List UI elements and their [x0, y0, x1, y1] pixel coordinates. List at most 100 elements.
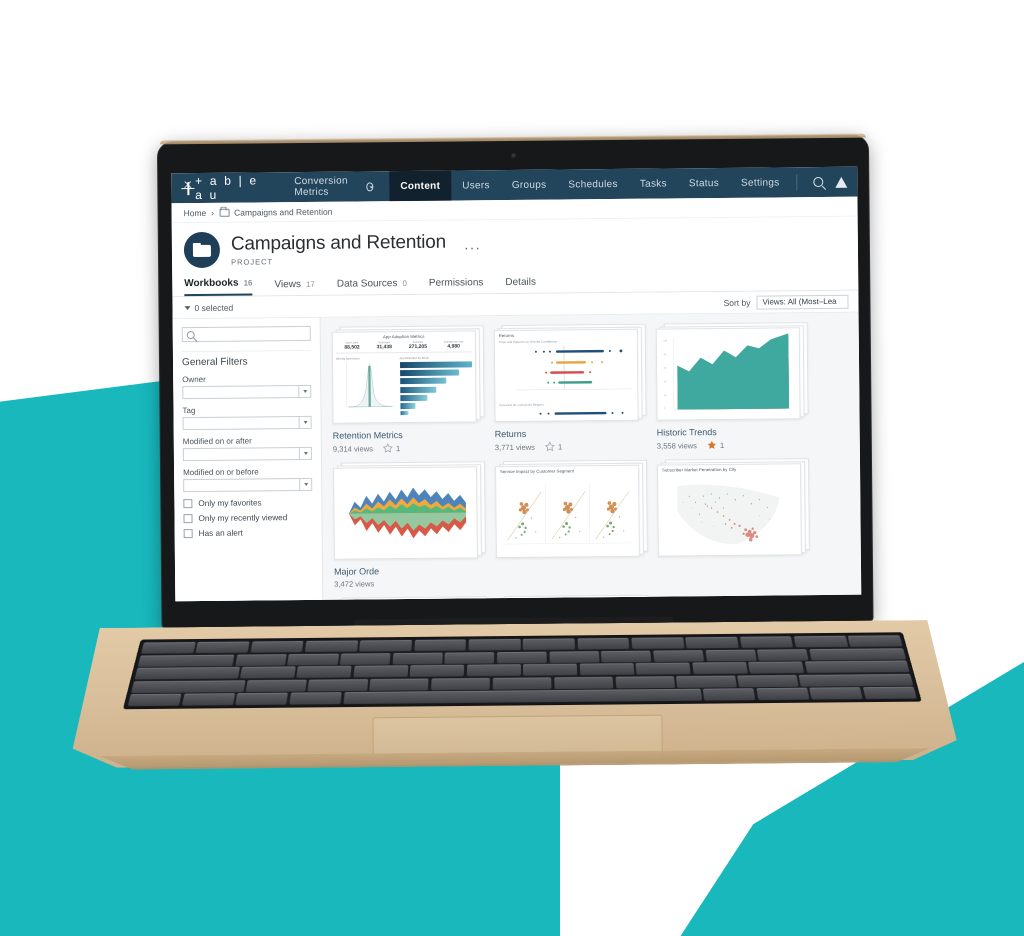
nav-item-users[interactable]: Users [451, 170, 501, 200]
star-outline-icon[interactable] [382, 443, 393, 453]
tab-details[interactable]: Details [505, 273, 536, 293]
view-count: 9,314 views [332, 443, 374, 454]
webcam-icon [511, 152, 517, 158]
sidebar-search-input[interactable] [181, 325, 311, 343]
search-icon [186, 330, 195, 339]
breadcrumb-separator: › [211, 207, 215, 218]
tab-views[interactable]: Views 17 [274, 275, 315, 295]
nav-icon-group [803, 167, 857, 198]
nav-item-schedules[interactable]: Schedules [557, 169, 629, 200]
svg-text:8M: 8M [664, 354, 667, 356]
tag-select[interactable] [182, 415, 312, 431]
workbook-card[interactable]: Service Impact by Customer Segment [495, 459, 648, 587]
circle-chevron-down-icon [366, 181, 374, 191]
bar-series [399, 359, 473, 416]
workbook-thumbnail[interactable]: Web Perfor Pageview Trend [334, 596, 488, 602]
workbook-card[interactable]: 10M8M6M 4M2M0 Historic Trends 3,558 [655, 322, 809, 450]
nav-label: Content [400, 180, 441, 192]
view-count: 3,472 views [334, 579, 375, 589]
thumb-kpis: New Users 88,502 Total Apps 31,438 Session… [333, 338, 475, 351]
sort-select[interactable]: Views: All (Most–Lea [756, 294, 849, 310]
workbook-thumbnail[interactable]: Service Impact by Customer Segment [495, 459, 648, 559]
workbook-meta: 3,771 views 1 [495, 441, 647, 452]
checkbox-only-my-recently-viewed[interactable]: Only my recently viewed [183, 513, 312, 524]
tab-label: Data Sources [336, 278, 398, 290]
filter-modified-after: Modified on or after [182, 436, 312, 462]
workbook-card[interactable]: Major Orde 3,472 views [333, 461, 486, 589]
tab-count: 0 [402, 279, 407, 289]
checkbox-only-my-favorites[interactable]: Only my favorites [183, 498, 312, 509]
workbook-thumbnail[interactable]: Returns Price and Returns on Overall Con… [493, 323, 647, 423]
kpi-value: 88,502 [344, 344, 360, 351]
workbook-card[interactable]: Subscriber Market Penetration by City [657, 458, 810, 585]
tab-workbooks[interactable]: Workbooks 16 [184, 273, 253, 297]
workbook-name[interactable]: Major Orde [334, 565, 486, 576]
chevron-down-icon[interactable] [298, 385, 311, 398]
chevron-down-icon[interactable] [298, 447, 311, 460]
stacked-area-chart: 10M 8M 6M 4M 2M 0 [663, 333, 791, 410]
breadcrumb-home[interactable]: Home [184, 207, 207, 217]
checkbox-box[interactable] [183, 529, 193, 539]
folder-icon [219, 208, 230, 217]
svg-text:0: 0 [664, 408, 665, 410]
workbook-thumbnail[interactable]: 10M 8M 6M 4M 2M 0 [655, 322, 809, 421]
checkbox-box[interactable] [183, 514, 193, 524]
modified-after-select[interactable] [182, 446, 312, 462]
tab-count: 16 [243, 278, 253, 288]
workbook-thumbnail[interactable] [333, 461, 486, 560]
workbook-card[interactable]: Returns Price and Returns on Overall Con… [493, 323, 647, 452]
workbook-name[interactable]: Historic Trends [657, 426, 809, 438]
content-body: General Filters Owner Tag Modified on or… [172, 312, 862, 602]
owner-value [183, 386, 298, 398]
checkbox-box[interactable] [183, 499, 193, 509]
view-count: 3,771 views [494, 442, 535, 452]
workbook-name[interactable]: Retention Metrics [333, 429, 485, 441]
keyboard[interactable] [123, 632, 922, 709]
checkbox-has-an-alert[interactable]: Has an alert [183, 528, 313, 539]
nav-item-groups[interactable]: Groups [501, 170, 558, 201]
site-picker[interactable]: Conversion Metrics [278, 171, 389, 202]
nav-item-tasks[interactable]: Tasks [629, 168, 678, 198]
nav-item-settings[interactable]: Settings [730, 167, 791, 198]
tab-label: Workbooks [184, 277, 239, 290]
more-actions-button[interactable]: ··· [464, 239, 481, 255]
tableau-brand[interactable]: + a b | e a u [171, 172, 278, 203]
alert-triangle-icon[interactable] [835, 176, 848, 188]
modified-after-value [184, 448, 299, 460]
breadcrumb-current[interactable]: Campaigns and Retention [234, 206, 332, 217]
favorite-count: 1 [395, 443, 401, 453]
tab-label: Views [274, 279, 302, 291]
modified-before-select[interactable] [183, 477, 313, 493]
workbook-grid: App Adoption Metrics New Users 88,502 Tot… [331, 322, 862, 602]
nav-item-status[interactable]: Status [678, 168, 730, 198]
laptop-device: + a b | e a u Conversion Metrics Content… [59, 134, 965, 793]
selection-dropdown[interactable]: 0 selected [184, 302, 234, 313]
workbook-thumbnail[interactable]: App Adoption Metrics New Users 88,502 Tot… [331, 325, 485, 424]
workbook-thumbnail[interactable]: Subscriber Market Penetration by City [657, 458, 810, 557]
owner-select[interactable] [182, 384, 312, 400]
tab-data-sources[interactable]: Data Sources 0 [337, 274, 407, 295]
scatter-panels-chart [503, 483, 632, 545]
chevron-down-icon[interactable] [298, 416, 311, 429]
star-filled-icon[interactable] [707, 440, 717, 450]
favorite-count: 1 [719, 440, 725, 450]
tab-permissions[interactable]: Permissions [429, 273, 484, 294]
workbook-card[interactable]: Web Perfor Pageview Trend [334, 596, 488, 602]
density-curve-chart [346, 362, 394, 408]
workbook-name[interactable]: Returns [495, 428, 647, 439]
modified-before-value [184, 479, 299, 491]
workbook-card[interactable]: App Adoption Metrics New Users 88,502 Tot… [331, 325, 485, 454]
search-icon[interactable] [813, 176, 824, 188]
star-outline-icon[interactable] [544, 441, 555, 452]
general-filters-heading: General Filters [181, 349, 312, 376]
filter-owner: Owner [182, 374, 312, 400]
selected-count-label: 0 selected [194, 302, 234, 313]
laptop-lid: + a b | e a u Conversion Metrics Content… [156, 134, 874, 629]
nav-item-content[interactable]: Content [389, 170, 452, 202]
workbook-card[interactable] [496, 594, 650, 602]
chevron-down-icon[interactable] [299, 478, 312, 491]
dot-plot-chart [516, 345, 633, 391]
workbook-thumbnail[interactable] [496, 594, 650, 602]
kpi-value: 31,438 [376, 344, 392, 351]
tableau-logo-icon [181, 180, 195, 195]
